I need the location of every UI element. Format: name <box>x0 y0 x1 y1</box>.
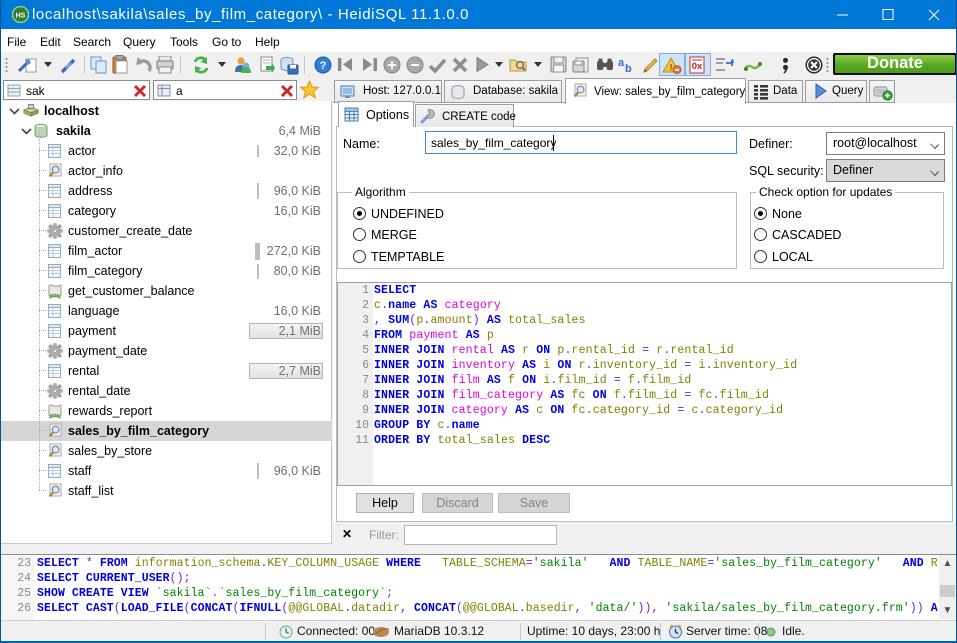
svg-text:?: ? <box>320 60 327 72</box>
svg-text:0x: 0x <box>692 61 703 72</box>
svg-text:HS: HS <box>16 13 26 20</box>
svg-text:a: a <box>618 57 625 69</box>
svg-text:!: ! <box>670 63 673 73</box>
svg-text:b: b <box>625 63 632 74</box>
